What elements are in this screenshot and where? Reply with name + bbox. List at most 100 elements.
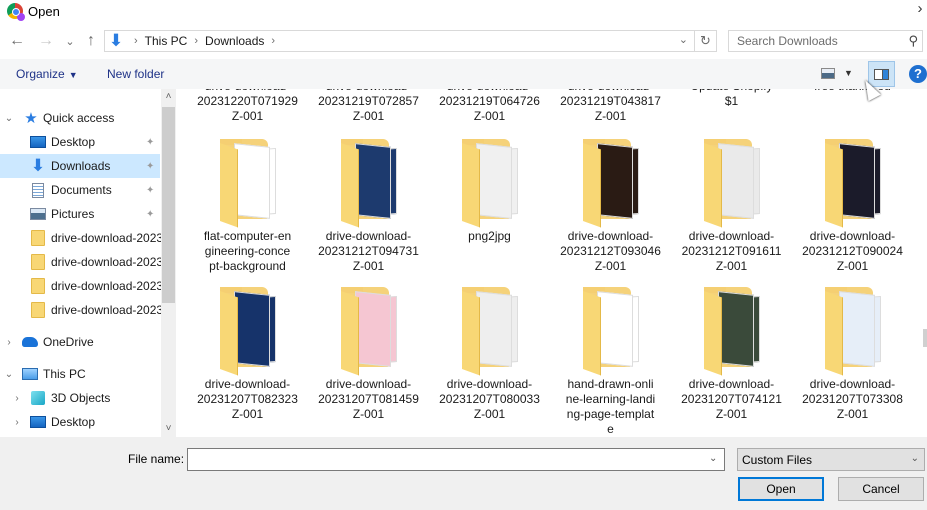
cancel-button[interactable]: Cancel [838, 477, 924, 501]
folder-item[interactable]: png2jpg [429, 139, 550, 244]
organize-button[interactable]: Organize ▼ [16, 67, 78, 81]
dialog-title: Open [28, 3, 60, 19]
pin-icon: ✦ [146, 136, 155, 148]
search-box[interactable]: Search Downloads ⚲ [728, 30, 923, 52]
address-dropdown-icon[interactable]: ⌄ [679, 33, 688, 46]
pictures-icon [30, 206, 46, 222]
search-input[interactable]: Search Downloads [737, 34, 838, 48]
sidebar-item-label: drive-download-2023 [51, 303, 161, 317]
this-pc-icon [22, 366, 38, 382]
chevron-right-icon[interactable]: › [12, 417, 22, 428]
folder-item[interactable]: flat-computer-en gineering-conce pt-backgr… [187, 139, 308, 274]
folder-name: Update Shopify$1 [690, 89, 772, 108]
breadcrumb-this-pc[interactable]: This PC [145, 34, 188, 48]
sidebar-item-desktop[interactable]: Desktop ✦ [0, 130, 160, 154]
folder-item-partial[interactable]: drive-download-20231219T064726Z-001 [429, 89, 550, 124]
folder-item[interactable]: drive-download- 20231207T074121 Z-001 [671, 287, 792, 422]
sidebar-item-label: Desktop [51, 135, 96, 149]
file-name-label: File name: [128, 452, 185, 466]
folder-name: drive-download- 20231212T090024 Z-001 [802, 229, 903, 273]
sidebar-item-desktop-pc[interactable]: › Desktop [0, 410, 160, 434]
folder-item[interactable]: drive-download- 20231207T080033 Z-001 [429, 287, 550, 422]
chevron-right-icon[interactable]: › [4, 337, 14, 348]
folder-thumbnail-icon [337, 139, 401, 228]
sidebar-item-quick-access[interactable]: ⌄ ★ Quick access [0, 106, 160, 130]
file-view-scrollbar[interactable] [911, 89, 927, 437]
organize-caret-icon: ▼ [68, 70, 78, 80]
recent-locations-button[interactable]: ⌄ [61, 31, 79, 51]
breadcrumb-downloads[interactable]: Downloads [205, 34, 264, 48]
file-view: drive-download-20231220T071929Z-001 driv… [180, 89, 927, 437]
folder-thumbnail-icon [337, 287, 401, 376]
sidebar-item-folder[interactable]: drive-download-2023 [0, 226, 161, 250]
folder-item[interactable]: drive-download- 20231212T090024 Z-001 [792, 139, 913, 274]
folder-name: drive-download- 20231207T073308 Z-001 [802, 377, 903, 421]
downloads-location-icon: ⬇ [108, 31, 124, 50]
folder-item[interactable]: drive-download- 20231212T093046 Z-001 [550, 139, 671, 274]
breadcrumb-separator[interactable]: › [271, 35, 275, 47]
open-button[interactable]: Open [738, 477, 824, 501]
sidebar-item-folder[interactable]: drive-download-2023 [0, 298, 161, 322]
help-button[interactable]: ? [909, 65, 927, 83]
chevron-right-icon[interactable]: › [12, 393, 22, 404]
folder-thumbnail-icon [700, 139, 764, 228]
sidebar-item-label: drive-download-2023 [51, 255, 161, 269]
file-name-input[interactable] [187, 448, 725, 471]
back-button[interactable]: ← [8, 31, 26, 51]
sidebar-item-this-pc[interactable]: ⌄ This PC [0, 362, 160, 386]
view-options-caret-icon[interactable]: ▼ [844, 68, 853, 78]
folder-name: png2jpg [468, 229, 511, 243]
folder-item-partial[interactable]: drive-download-20231219T043817Z-001 [550, 89, 671, 124]
3d-objects-icon [30, 390, 46, 406]
breadcrumb-separator[interactable]: › [134, 35, 138, 47]
downloads-icon: ⬇ [30, 156, 46, 175]
search-icon[interactable]: ⚲ [908, 33, 918, 49]
folder-item[interactable]: drive-download- 20231212T091611 Z-001 [671, 139, 792, 274]
sidebar-item-label: drive-download-2023 [51, 279, 161, 293]
folder-item[interactable]: drive-download- 20231207T082323 Z-001 [187, 287, 308, 422]
up-button[interactable]: ↑ [82, 31, 100, 51]
folder-item-partial[interactable]: Update Shopify$1 [671, 89, 792, 109]
scroll-down-icon[interactable]: ˅ [161, 421, 176, 437]
refresh-button[interactable]: ↻ [694, 31, 716, 51]
pin-icon: ✦ [146, 184, 155, 196]
chevron-down-icon[interactable]: ⌄ [4, 369, 14, 380]
close-button[interactable]: › [913, 0, 927, 18]
folder-thumbnail-icon [458, 139, 522, 228]
file-name-dropdown-icon[interactable]: ⌄ [709, 453, 717, 464]
folder-item[interactable]: hand-drawn-onli ne-learning-landi ng-page-… [550, 287, 671, 437]
onedrive-cloud-icon [22, 334, 38, 350]
folder-item[interactable]: drive-download- 20231207T073308 Z-001 [792, 287, 913, 422]
scrollbar-thumb[interactable] [162, 107, 175, 303]
sidebar-item-onedrive[interactable]: › OneDrive [0, 330, 160, 354]
sidebar-item-label: Pictures [51, 207, 95, 221]
folder-name: drive-download-20231220T071929Z-001 [197, 89, 298, 123]
folder-item[interactable]: drive-download- 20231212T094731 Z-001 [308, 139, 429, 274]
sidebar-item-label: OneDrive [43, 335, 94, 349]
scroll-up-icon[interactable]: ˄ [161, 89, 176, 105]
new-folder-button[interactable]: New folder [107, 67, 164, 81]
sidebar-item-3d-objects[interactable]: › 3D Objects [0, 386, 160, 410]
folder-item[interactable]: drive-download- 20231207T081459 Z-001 [308, 287, 429, 422]
sidebar-item-label: This PC [43, 367, 86, 381]
sidebar-item-folder[interactable]: drive-download-2023 [0, 250, 161, 274]
folder-item-partial[interactable]: free thank-you [792, 89, 913, 94]
chevron-down-icon[interactable]: ⌄ [4, 113, 14, 124]
address-bar[interactable]: ⬇ › This PC › Downloads › ⌄ ↻ [104, 30, 717, 52]
sidebar-item-pictures[interactable]: Pictures ✦ [0, 202, 160, 226]
folder-name: drive-download- 20231207T080033 Z-001 [439, 377, 540, 421]
sidebar-item-label: Downloads [51, 159, 111, 173]
file-type-select[interactable]: Custom Files ⌄ [737, 448, 925, 471]
sidebar-item-folder[interactable]: drive-download-2023 [0, 274, 161, 298]
folder-name: drive-download-20231219T072857Z-001 [318, 89, 419, 123]
navigation-pane-scrollbar[interactable]: ˄ ˅ [161, 89, 176, 437]
forward-button[interactable]: → [37, 31, 55, 51]
change-view-icon[interactable] [821, 68, 835, 79]
folder-item-partial[interactable]: drive-download-20231219T072857Z-001 [308, 89, 429, 124]
folder-icon [30, 278, 46, 294]
breadcrumb-separator[interactable]: › [194, 35, 198, 47]
folder-item-partial[interactable]: drive-download-20231220T071929Z-001 [187, 89, 308, 124]
scrollbar-thumb[interactable] [923, 329, 927, 347]
sidebar-item-documents[interactable]: Documents ✦ [0, 178, 160, 202]
sidebar-item-downloads[interactable]: ⬇ Downloads ✦ [0, 154, 160, 178]
